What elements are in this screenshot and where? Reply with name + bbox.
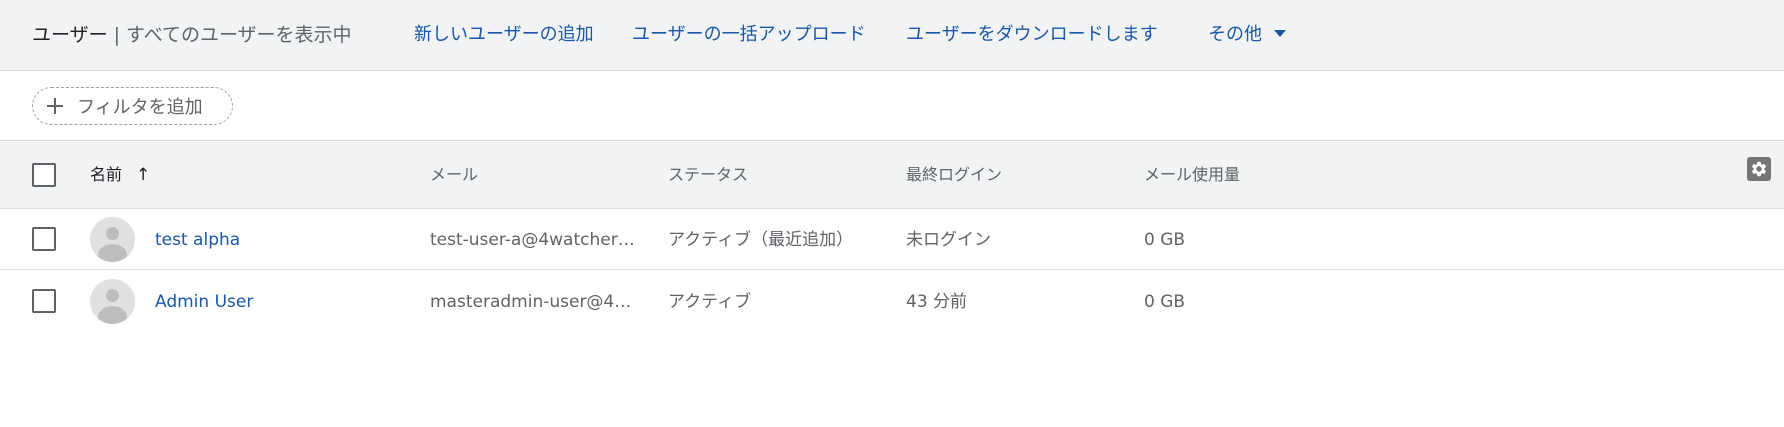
column-header-last-login[interactable]: 最終ログイン — [906, 164, 1002, 186]
avatar-head — [106, 227, 119, 240]
page-title: ユーザー | すべてのユーザーを表示中 — [32, 22, 352, 48]
download-users-link[interactable]: ユーザーをダウンロードします — [906, 22, 1166, 48]
chevron-down-icon — [1274, 29, 1286, 37]
column-header-name[interactable]: 名前 ↑ — [90, 164, 150, 186]
select-all-checkbox[interactable] — [32, 163, 56, 187]
title-separator: | — [113, 24, 121, 46]
page-header: ユーザー | すべてのユーザーを表示中 新しいユーザーの追加 ユーザーの一括アップロ… — [0, 0, 1784, 71]
avatar-body — [98, 306, 127, 324]
user-name-link[interactable]: Admin User — [155, 290, 395, 314]
filter-bar: フィルタを追加 — [0, 71, 1784, 141]
table-row[interactable]: test alpha test-user-a@4watcher365... アク… — [0, 209, 1784, 270]
user-avatar-icon — [90, 217, 135, 262]
user-last-login: 未ログイン — [906, 230, 991, 250]
avatar-head — [106, 289, 119, 302]
avatar-body — [98, 244, 127, 262]
user-status: アクティブ（最近追加） — [668, 230, 854, 250]
plus-icon — [47, 98, 63, 114]
add-filter-label: フィルタを追加 — [77, 97, 203, 118]
user-status: アクティブ — [668, 292, 752, 312]
page-title-main: ユーザー — [32, 24, 108, 46]
gear-icon[interactable] — [1747, 157, 1771, 181]
page-subtitle: すべてのユーザーを表示中 — [126, 24, 352, 46]
user-name-link[interactable]: test alpha — [155, 228, 395, 252]
column-name-label: 名前 — [90, 165, 123, 184]
row-checkbox[interactable] — [32, 227, 56, 251]
user-last-login: 43 分前 — [906, 292, 968, 312]
user-email: test-user-a@4watcher365... — [430, 230, 644, 250]
table-row[interactable]: Admin User masteradmin-user@4wat... アクティ… — [0, 271, 1784, 332]
row-checkbox[interactable] — [32, 289, 56, 313]
user-email-usage: 0 GB — [1144, 292, 1186, 312]
column-header-email[interactable]: メール — [430, 164, 478, 186]
table-header: 名前 ↑ メール ステータス 最終ログイン メール使用量 — [0, 142, 1784, 209]
more-menu-label: その他 — [1208, 24, 1262, 45]
add-filter-button[interactable]: フィルタを追加 — [32, 87, 233, 125]
column-header-email-usage[interactable]: メール使用量 — [1144, 164, 1240, 186]
more-menu-button[interactable]: その他 — [1208, 22, 1286, 48]
user-email-usage: 0 GB — [1144, 230, 1186, 250]
user-avatar-icon — [90, 279, 135, 324]
user-email: masteradmin-user@4wat... — [430, 292, 644, 312]
gear-icon-glyph — [1751, 161, 1767, 177]
column-header-status[interactable]: ステータス — [668, 164, 748, 186]
add-user-link[interactable]: 新しいユーザーの追加 — [414, 22, 604, 48]
bulk-upload-users-link[interactable]: ユーザーの一括アップロード — [632, 22, 872, 48]
arrow-up-icon: ↑ — [136, 165, 151, 185]
